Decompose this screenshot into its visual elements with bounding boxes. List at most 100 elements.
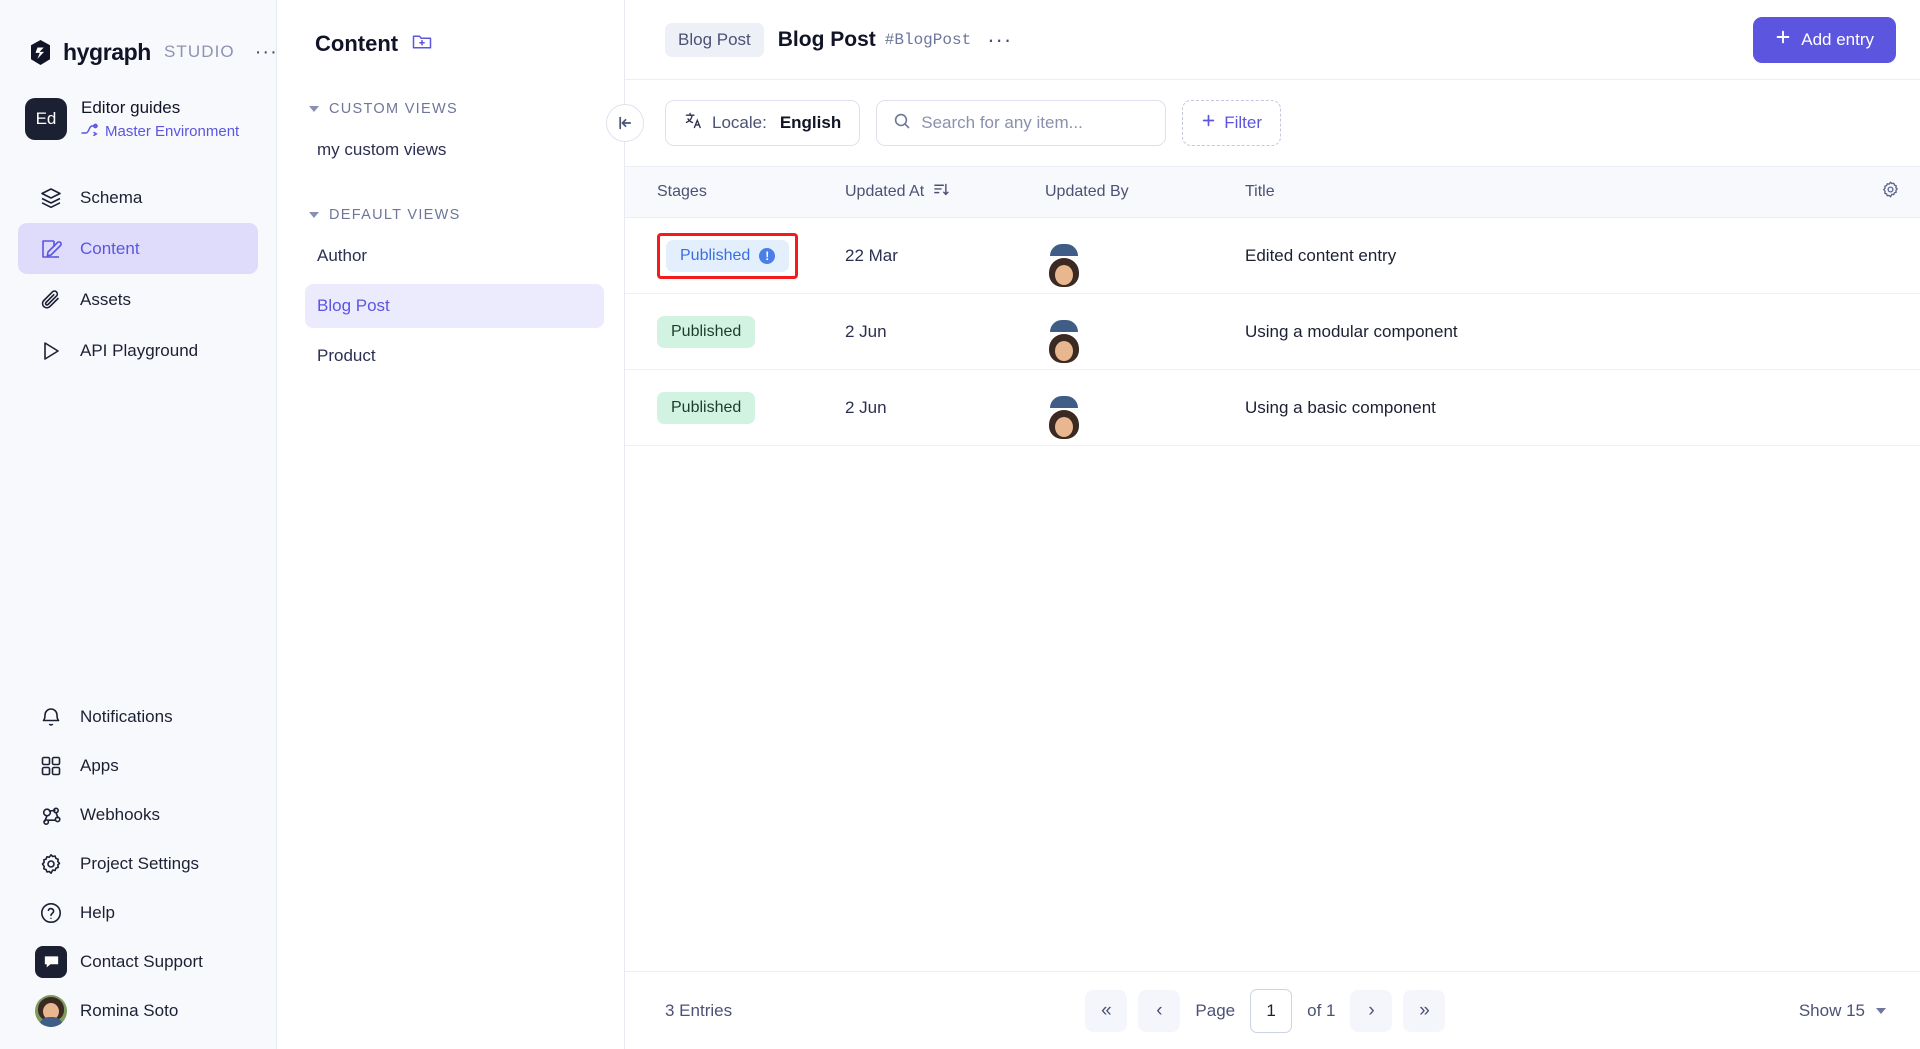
views-group-default[interactable]: DEFAULT VIEWS: [277, 202, 624, 228]
last-page-button[interactable]: »: [1403, 990, 1445, 1032]
view-item-author[interactable]: Author: [305, 234, 604, 278]
add-entry-label: Add entry: [1801, 30, 1874, 50]
table-row[interactable]: Published 2 Jun Using a modular componen…: [625, 294, 1920, 370]
total-pages-label: of 1: [1307, 1001, 1335, 1021]
brand-menu-button[interactable]: ···: [255, 47, 278, 57]
status-badge[interactable]: Published: [657, 392, 755, 424]
collapse-left-icon[interactable]: [606, 104, 644, 142]
sidebar-item-label: Webhooks: [80, 805, 160, 825]
project-switcher[interactable]: Ed Editor guides Master Environment: [0, 78, 276, 150]
gear-icon: [1881, 180, 1900, 204]
table-row[interactable]: Published 2 Jun Using a basic component: [625, 370, 1920, 446]
chevron-down-icon: [309, 106, 319, 112]
brand-suffix: STUDIO: [164, 42, 235, 62]
table-settings-button[interactable]: [1860, 180, 1920, 204]
sidebar-item-contact-support[interactable]: Contact Support: [18, 937, 258, 986]
sort-descending-icon[interactable]: [933, 181, 950, 203]
entries-table-body: Published ! 22 Mar Edited content entry: [625, 218, 1920, 971]
sidebar-item-apps[interactable]: Apps: [18, 741, 258, 790]
sidebar-item-notifications[interactable]: Notifications: [18, 692, 258, 741]
sidebar-item-project-settings[interactable]: Project Settings: [18, 839, 258, 888]
model-menu-button[interactable]: ···: [987, 36, 1012, 44]
plus-icon: [1775, 29, 1791, 50]
locale-label: Locale:: [712, 113, 767, 133]
views-group-label: CUSTOM VIEWS: [329, 101, 458, 117]
main-content: Blog Post Blog Post #BlogPost ··· Add en…: [625, 0, 1920, 1049]
table-row[interactable]: Published ! 22 Mar Edited content entry: [625, 218, 1920, 294]
sidebar-item-api-playground[interactable]: API Playground: [18, 325, 258, 376]
info-icon[interactable]: !: [759, 248, 775, 264]
environment-link[interactable]: Master Environment: [81, 122, 239, 141]
filter-label: Filter: [1224, 113, 1262, 133]
views-panel-header: Content: [277, 22, 624, 66]
column-label: Updated By: [1045, 183, 1129, 201]
page-size-selector[interactable]: Show 15: [1799, 1001, 1886, 1021]
branch-icon: [81, 122, 98, 141]
column-header-updated-at[interactable]: Updated At: [845, 181, 1045, 203]
folder-plus-icon[interactable]: [411, 31, 433, 58]
breadcrumb-model-chip[interactable]: Blog Post: [665, 23, 764, 57]
plus-icon: [1201, 113, 1216, 133]
search-box[interactable]: [876, 100, 1166, 146]
project-avatar: Ed: [25, 98, 67, 140]
locale-selector[interactable]: Locale: English: [665, 100, 860, 146]
page-number-input[interactable]: [1250, 989, 1292, 1033]
sidebar-item-content[interactable]: Content: [18, 223, 258, 274]
sidebar-item-assets[interactable]: Assets: [18, 274, 258, 325]
column-header-stages[interactable]: Stages: [625, 183, 845, 201]
column-header-updated-by[interactable]: Updated By: [1045, 183, 1245, 201]
status-badge-label: Published: [680, 247, 750, 265]
column-label: Stages: [657, 183, 707, 201]
pagination-controls: « ‹ Page of 1 › »: [732, 989, 1799, 1033]
status-badge[interactable]: Published !: [666, 240, 789, 272]
edit-square-icon: [38, 236, 64, 262]
view-item-my-custom-views[interactable]: my custom views: [305, 128, 604, 172]
add-entry-button[interactable]: Add entry: [1753, 17, 1896, 63]
views-group-custom[interactable]: CUSTOM VIEWS: [277, 96, 624, 122]
view-item-product[interactable]: Product: [305, 334, 604, 378]
table-header-row: Stages Updated At Updated By Title: [625, 166, 1920, 218]
user-name-label: Romina Soto: [80, 1001, 178, 1021]
view-item-label: Product: [317, 346, 376, 366]
sidebar-item-label: Schema: [80, 188, 142, 208]
sidebar-item-label: Contact Support: [80, 952, 203, 972]
cell-title: Using a modular component: [1245, 322, 1860, 342]
chevron-down-icon: [309, 212, 319, 218]
sidebar-item-user-profile[interactable]: Romina Soto: [18, 986, 258, 1035]
status-badge-label: Published: [671, 399, 741, 417]
page-size-label: Show 15: [1799, 1001, 1865, 1021]
content-topbar: Blog Post Blog Post #BlogPost ··· Add en…: [625, 0, 1920, 80]
filter-button[interactable]: Filter: [1182, 100, 1281, 146]
page-title: Blog Post: [778, 28, 876, 52]
sidebar-bottom-list: Notifications Apps: [0, 692, 276, 1049]
webhook-icon: [38, 802, 64, 828]
cell-stage: Published !: [625, 233, 845, 279]
page-label: Page: [1195, 1001, 1235, 1021]
first-page-button[interactable]: «: [1085, 990, 1127, 1032]
sidebar-item-webhooks[interactable]: Webhooks: [18, 790, 258, 839]
stage-highlight-annotation: Published !: [657, 233, 798, 279]
search-icon: [893, 112, 911, 135]
next-page-button[interactable]: ›: [1350, 990, 1392, 1032]
sidebar-item-help[interactable]: Help: [18, 888, 258, 937]
environment-label: Master Environment: [105, 123, 239, 140]
search-input[interactable]: [921, 113, 1149, 133]
sidebar-nav-list: Schema Content Assets: [0, 172, 276, 376]
sidebar-item-label: API Playground: [80, 341, 198, 361]
translate-icon: [684, 111, 703, 135]
grid-squares-icon: [38, 753, 64, 779]
avatar: [35, 995, 67, 1027]
sidebar-item-label: Content: [80, 239, 140, 259]
brand-header: hygraph STUDIO ···: [0, 0, 276, 78]
cell-title: Using a basic component: [1245, 398, 1860, 418]
sidebar-item-schema[interactable]: Schema: [18, 172, 258, 223]
previous-page-button[interactable]: ‹: [1138, 990, 1180, 1032]
view-item-label: Blog Post: [317, 296, 390, 316]
status-badge[interactable]: Published: [657, 316, 755, 348]
content-toolbar: Locale: English Filter: [625, 80, 1920, 166]
play-triangle-icon: [38, 338, 64, 364]
cell-updated-at: 22 Mar: [845, 246, 1045, 266]
column-header-title[interactable]: Title: [1245, 183, 1860, 201]
view-item-blog-post[interactable]: Blog Post: [305, 284, 604, 328]
view-item-label: Author: [317, 246, 367, 266]
